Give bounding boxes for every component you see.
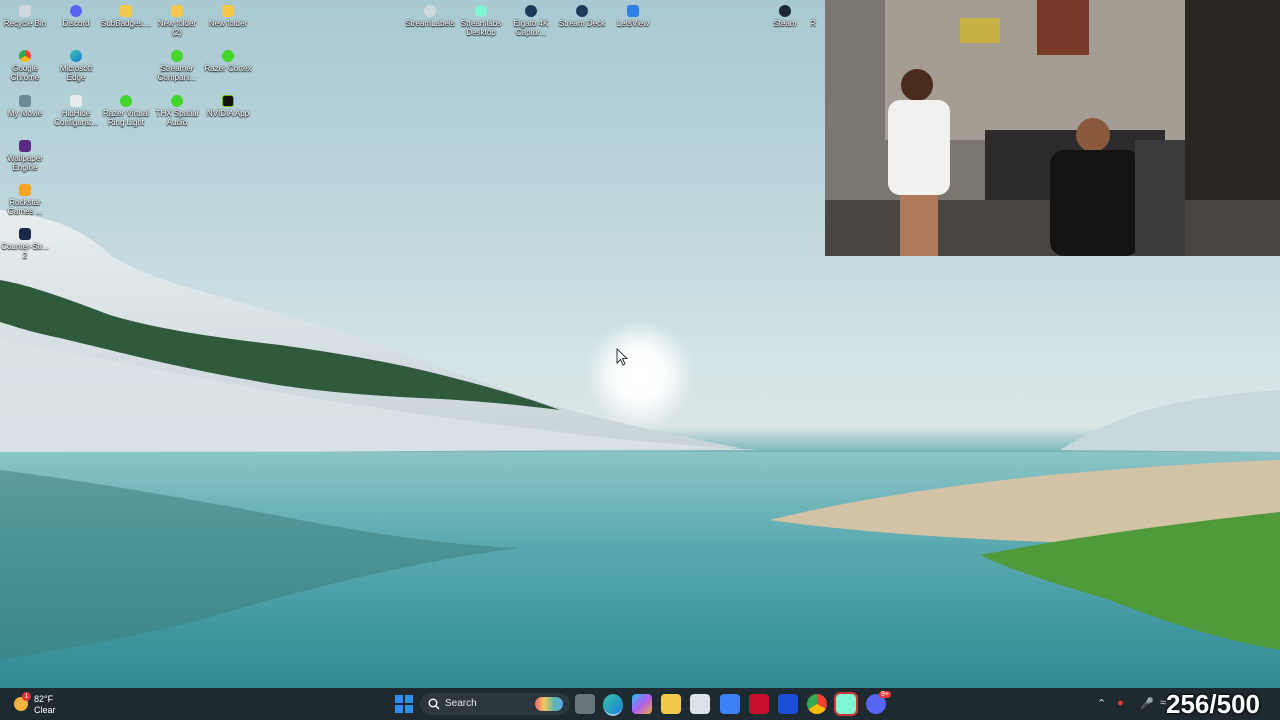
chrome-icon[interactable] — [807, 694, 827, 714]
search-highlight-icon — [535, 697, 563, 711]
mcafee-tray-icon[interactable]: ● — [1117, 697, 1124, 709]
app-icon — [812, 5, 824, 17]
razer-icon — [222, 50, 234, 62]
edge-icon — [70, 50, 82, 62]
search-icon — [428, 698, 440, 710]
hidhide-icon — [70, 95, 82, 107]
counter-strike-icon — [19, 228, 31, 240]
desktop-icon-counter-strike-2[interactable]: Counter-Str... 2 — [0, 228, 50, 260]
poster — [1037, 0, 1089, 55]
desktop-icon-streamlabels[interactable]: StreamLabels — [405, 5, 455, 28]
weather-temp: 82°F — [34, 694, 54, 704]
desktop-icon-razer-cortex[interactable]: Razer Cortex — [203, 50, 253, 73]
desktop-icon-streamlabs-desktop[interactable]: Streamlabs Desktop — [456, 5, 506, 37]
desktop-icon-rockstar-games[interactable]: Rockstar Games ... — [0, 184, 50, 216]
overlay-counter: 256/500 — [1166, 689, 1260, 719]
chrome-icon — [19, 50, 31, 62]
person-left-head — [901, 69, 933, 101]
poster-small — [960, 18, 1000, 43]
sun — [585, 320, 695, 430]
desktop-icon-partial[interactable]: R — [810, 5, 825, 28]
desktop-icon-thx-spatial-audio[interactable]: THX Spatial Audio — [152, 95, 202, 127]
recycle-bin-icon — [19, 5, 31, 17]
desktop-icon-elgato-4k-capture[interactable]: Elgato 4K Captur... — [506, 5, 556, 37]
snipping-tool-icon[interactable] — [720, 694, 740, 714]
razer-icon — [171, 95, 183, 107]
wallpaper-engine-icon — [19, 140, 31, 152]
movie-icon — [19, 95, 31, 107]
task-view-icon[interactable] — [575, 694, 595, 714]
letsview-icon — [627, 5, 639, 17]
desktop-icon-new-folder-2[interactable]: New folder (2) — [152, 5, 202, 37]
mic-icon[interactable]: 🎤 — [1140, 697, 1154, 710]
discord-badge: 9+ — [879, 691, 891, 698]
webcam-overlay — [825, 0, 1280, 256]
streamlabs-taskbar-icon[interactable] — [834, 692, 858, 716]
taskbar: 1 82°F Clear Search 9+ ⌃ ● 🎤 ≈ 256/500 — [0, 688, 1280, 720]
desktop-icon-nvidia-app[interactable]: NVIDIA App — [203, 95, 253, 118]
desktop-icon-my-movie[interactable]: My Movie — [0, 95, 50, 118]
folder-icon — [222, 5, 234, 17]
microsoft-store-icon[interactable] — [690, 694, 710, 714]
webcam-scene — [825, 0, 1280, 256]
stream-deck-icon — [576, 5, 588, 17]
start-button[interactable] — [395, 695, 413, 713]
person-right-shirt — [1050, 150, 1140, 256]
desktop-icon-discord[interactable]: Discord — [51, 5, 101, 28]
mountain-right — [1060, 390, 1280, 452]
desktop-icon-recycle-bin[interactable]: Recycle Bin — [0, 5, 50, 28]
file-explorer-icon[interactable] — [661, 694, 681, 714]
copilot-icon[interactable] — [632, 694, 652, 714]
desktop-icon-stream-deck[interactable]: Stream Deck — [557, 5, 607, 28]
rockstar-icon — [19, 184, 31, 196]
chair — [1135, 140, 1185, 256]
taskbar-search[interactable]: Search — [420, 693, 570, 715]
desktop-icon-subbadges[interactable]: SubBadges.... — [101, 5, 151, 28]
desktop-icon-microsoft-edge[interactable]: Microsoft Edge — [51, 50, 101, 82]
desktop-icon-streamer-companion[interactable]: Streamer Compani... — [152, 50, 202, 82]
chevron-up-icon[interactable]: ⌃ — [1097, 697, 1106, 710]
weather-widget[interactable]: 1 82°F Clear — [12, 692, 72, 716]
razer-icon — [171, 50, 183, 62]
desktop-icon-wallpaper-engine[interactable]: Wallpaper Engine — [0, 140, 50, 172]
desktop-icon-steam[interactable]: Steam — [760, 5, 810, 28]
folder-icon — [120, 5, 132, 17]
folder-icon — [171, 5, 183, 17]
windows-start-icon — [395, 695, 413, 713]
weather-desc: Clear — [34, 705, 56, 715]
discord-icon — [70, 5, 82, 17]
desktop-icon-google-chrome[interactable]: Google Chrome — [0, 50, 50, 82]
elgato-icon — [525, 5, 537, 17]
mcafee-icon[interactable] — [749, 694, 769, 714]
nvidia-icon — [222, 95, 234, 107]
person-left-legs — [900, 195, 938, 256]
desktop-icon-hidhide[interactable]: HidHide Configurat... — [51, 95, 101, 127]
desktop-icon-razer-virtual-ring-light[interactable]: Razer Virtual Ring Light — [101, 95, 151, 127]
edge-icon[interactable] — [603, 694, 623, 716]
steam-icon — [779, 5, 791, 17]
letsview-taskbar-icon[interactable] — [778, 694, 798, 714]
search-placeholder: Search — [445, 698, 477, 709]
desktop-icon-letsview[interactable]: LetsView — [608, 5, 658, 28]
razer-icon — [120, 95, 132, 107]
person-right-head — [1076, 118, 1110, 152]
person-left-shirt — [888, 100, 950, 195]
streamlabels-icon — [424, 5, 436, 17]
streamlabs-icon — [475, 5, 487, 17]
weather-badge: 1 — [22, 692, 31, 701]
desktop-icon-new-folder[interactable]: New folder — [203, 5, 253, 28]
